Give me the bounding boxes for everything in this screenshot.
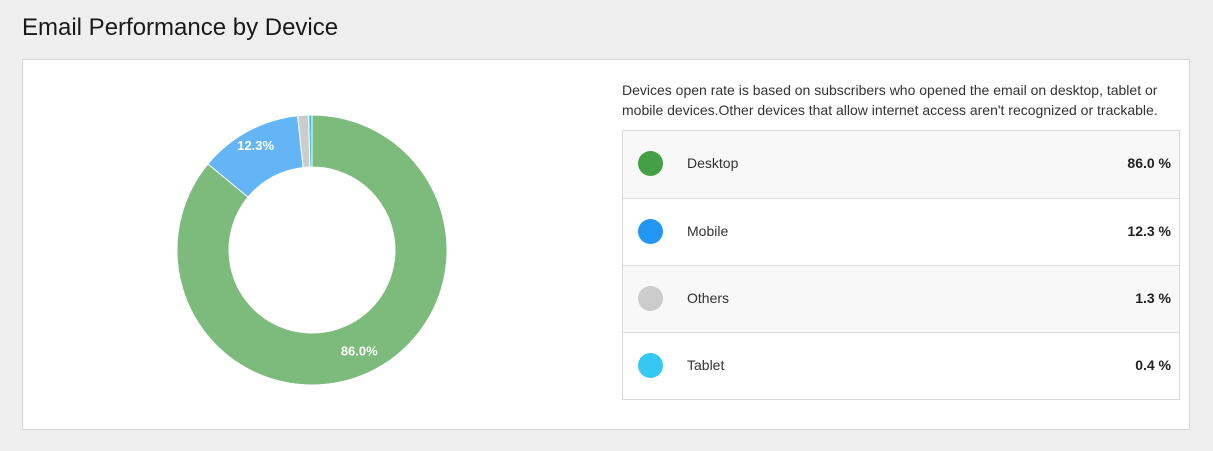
legend-label: Others [687, 290, 730, 306]
legend-row-others[interactable]: Others 1.3 % [623, 265, 1179, 332]
mobile-swatch-icon [638, 219, 663, 244]
legend-label: Mobile [687, 223, 729, 239]
tablet-swatch-icon [638, 353, 663, 378]
chart-description: Devices open rate is based on subscriber… [622, 82, 1158, 118]
legend-label: Desktop [687, 155, 739, 171]
page-title: Email Performance by Device [22, 14, 339, 41]
others-swatch-icon [638, 286, 663, 311]
legend-table: Desktop 86.0 % Mobile 12.3 % Others 1.3 … [622, 130, 1180, 400]
legend-value: 1.3 % [1135, 290, 1171, 306]
legend-value: 12.3 % [1127, 223, 1171, 239]
legend-row-mobile[interactable]: Mobile 12.3 % [623, 198, 1179, 265]
legend-row-tablet[interactable]: Tablet 0.4 % [623, 332, 1179, 399]
legend-label: Tablet [687, 357, 725, 373]
slice-label-mobile: 12.3% [237, 138, 274, 153]
legend-value: 86.0 % [1127, 155, 1171, 171]
desktop-swatch-icon [638, 151, 663, 176]
legend-row-desktop[interactable]: Desktop 86.0 % [623, 131, 1179, 198]
chart-card: 86.0% 12.3% Devices open rate is based on… [22, 59, 1190, 430]
slice-label-desktop: 86.0% [341, 343, 378, 358]
legend-value: 0.4 % [1135, 357, 1171, 373]
donut-chart: 86.0% 12.3% [176, 114, 448, 386]
